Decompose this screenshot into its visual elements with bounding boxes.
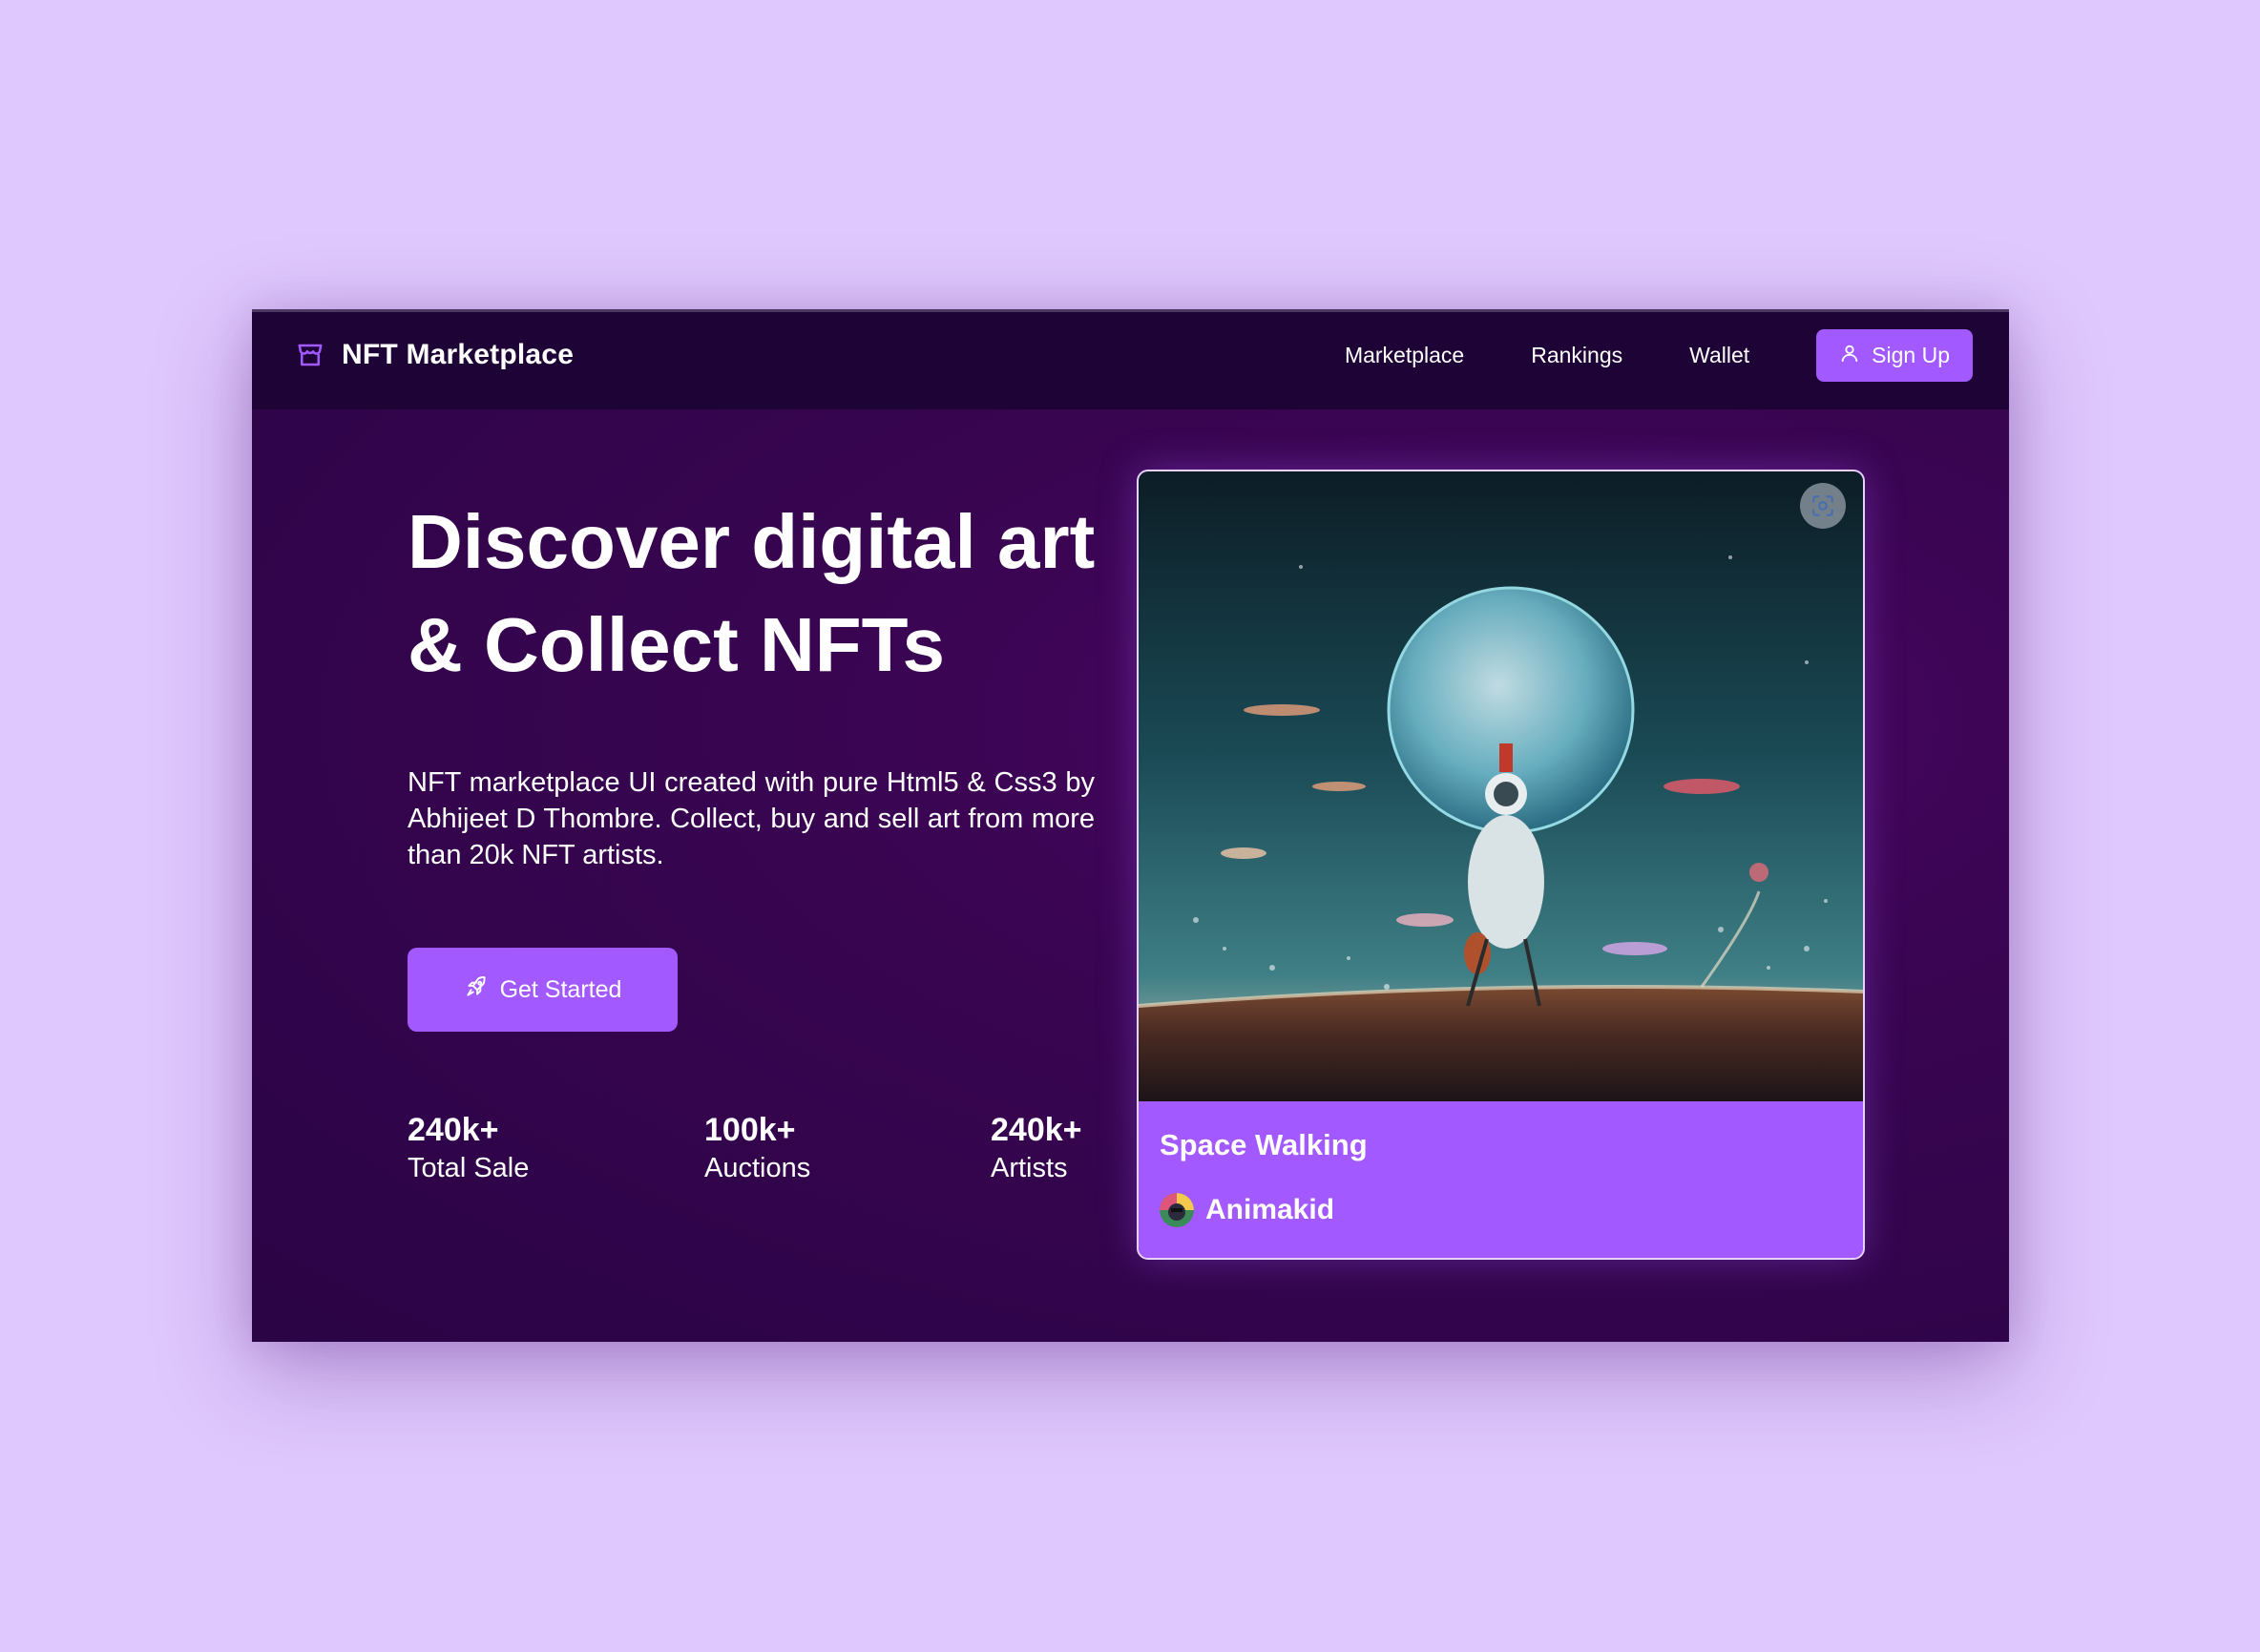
artist-info[interactable]: Animakid	[1160, 1193, 1334, 1227]
nav-marketplace[interactable]: Marketplace	[1345, 343, 1464, 368]
card-info: Space Walking Animakid	[1139, 1101, 1863, 1258]
stat-artists: 240k+ Artists	[991, 1111, 1082, 1187]
stat-value: 240k+	[408, 1112, 499, 1148]
user-icon	[1839, 343, 1860, 369]
nft-card[interactable]: Space Walking Animakid	[1137, 470, 1865, 1260]
hero-description: NFT marketplace UI created with pure Htm…	[408, 767, 1095, 870]
nav-rankings[interactable]: Rankings	[1531, 343, 1622, 368]
top-navbar: NFT Marketplace Marketplace Rankings Wal…	[252, 309, 2009, 409]
nav-wallet[interactable]: Wallet	[1689, 343, 1749, 368]
brand-logo[interactable]: NFT Marketplace	[296, 339, 574, 371]
stat-auctions: 100k+ Auctions	[704, 1111, 810, 1187]
get-started-button[interactable]: Get Started	[408, 948, 678, 1032]
avatar	[1160, 1193, 1194, 1227]
rocket-icon	[464, 974, 489, 1006]
scan-icon[interactable]	[1800, 483, 1846, 529]
app-window: NFT Marketplace Marketplace Rankings Wal…	[252, 309, 2009, 1342]
stat-total-sale: 240k+ Total Sale	[408, 1111, 529, 1187]
stat-value: 100k+	[704, 1112, 796, 1148]
nft-artwork	[1139, 471, 1863, 1101]
storefront-icon	[296, 341, 324, 369]
get-started-label: Get Started	[499, 975, 622, 1003]
brand-name: NFT Marketplace	[342, 339, 575, 370]
stat-label: Artists	[991, 1153, 1068, 1183]
sign-up-label: Sign Up	[1872, 343, 1950, 367]
nft-title[interactable]: Space Walking	[1160, 1128, 1368, 1162]
hero-title: Discover digital art & Collect NFTs	[408, 499, 1096, 687]
stat-label: Total Sale	[408, 1153, 530, 1183]
artist-name: Animakid	[1205, 1194, 1335, 1225]
main-nav: Marketplace Rankings Wallet Sign Up	[1345, 329, 1973, 382]
sign-up-button[interactable]: Sign Up	[1816, 329, 1973, 382]
stat-value: 240k+	[991, 1112, 1082, 1148]
stat-label: Auctions	[704, 1153, 811, 1183]
